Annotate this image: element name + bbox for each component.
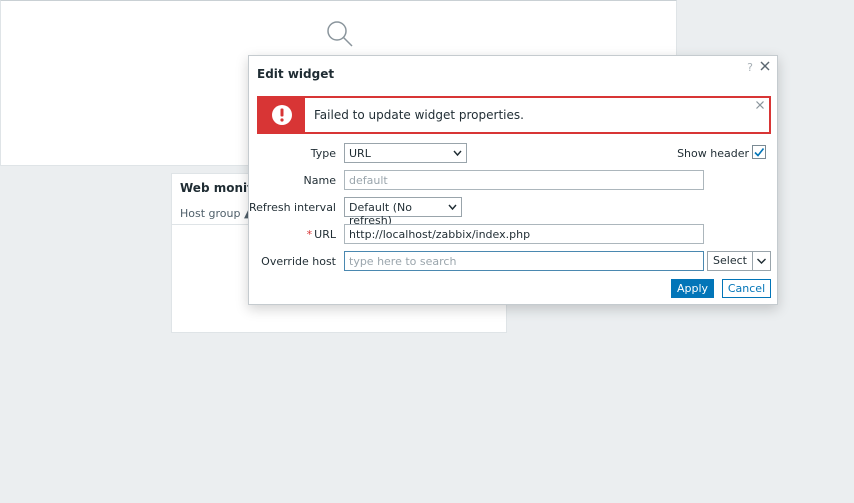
dialog-title: Edit widget (257, 67, 335, 81)
error-icon-area (259, 98, 305, 132)
select-host-dropdown-button[interactable] (752, 251, 771, 271)
refresh-interval-label: Refresh interval (249, 201, 336, 214)
chevron-down-icon (453, 150, 462, 157)
url-label-wrap: * URL (226, 228, 336, 241)
override-host-input[interactable]: type here to search (344, 251, 704, 271)
override-host-label: Override host (261, 255, 336, 268)
checkmark-icon (754, 148, 765, 157)
required-mark: * (306, 228, 313, 241)
close-icon[interactable] (759, 60, 771, 72)
exclamation-icon (272, 105, 292, 125)
select-host-button[interactable]: Select (707, 251, 753, 271)
show-header-checkbox[interactable] (752, 145, 766, 159)
cancel-button[interactable]: Cancel (722, 279, 771, 298)
name-label: Name (303, 174, 336, 187)
chevron-down-icon (448, 204, 457, 211)
type-label: Type (310, 147, 336, 160)
type-select[interactable]: URL (344, 143, 467, 163)
url-input[interactable]: http://localhost/zabbix/index.php (344, 224, 704, 244)
edit-widget-dialog: Edit widget ? Failed to update widget pr… (248, 55, 778, 305)
url-label: URL (314, 228, 336, 241)
apply-button[interactable]: Apply (671, 279, 714, 298)
refresh-interval-select[interactable]: Default (No refresh) (344, 197, 462, 227)
dismiss-error-icon[interactable] (755, 100, 765, 110)
show-header-label: Show header (677, 147, 749, 160)
type-select-value: URL (349, 147, 371, 160)
search-icon (327, 21, 353, 47)
error-message-box: Failed to update widget properties. (257, 96, 771, 134)
chevron-down-icon (757, 258, 766, 264)
help-icon[interactable]: ? (747, 61, 753, 74)
error-message: Failed to update widget properties. (314, 108, 524, 122)
name-input[interactable]: default (344, 170, 704, 190)
